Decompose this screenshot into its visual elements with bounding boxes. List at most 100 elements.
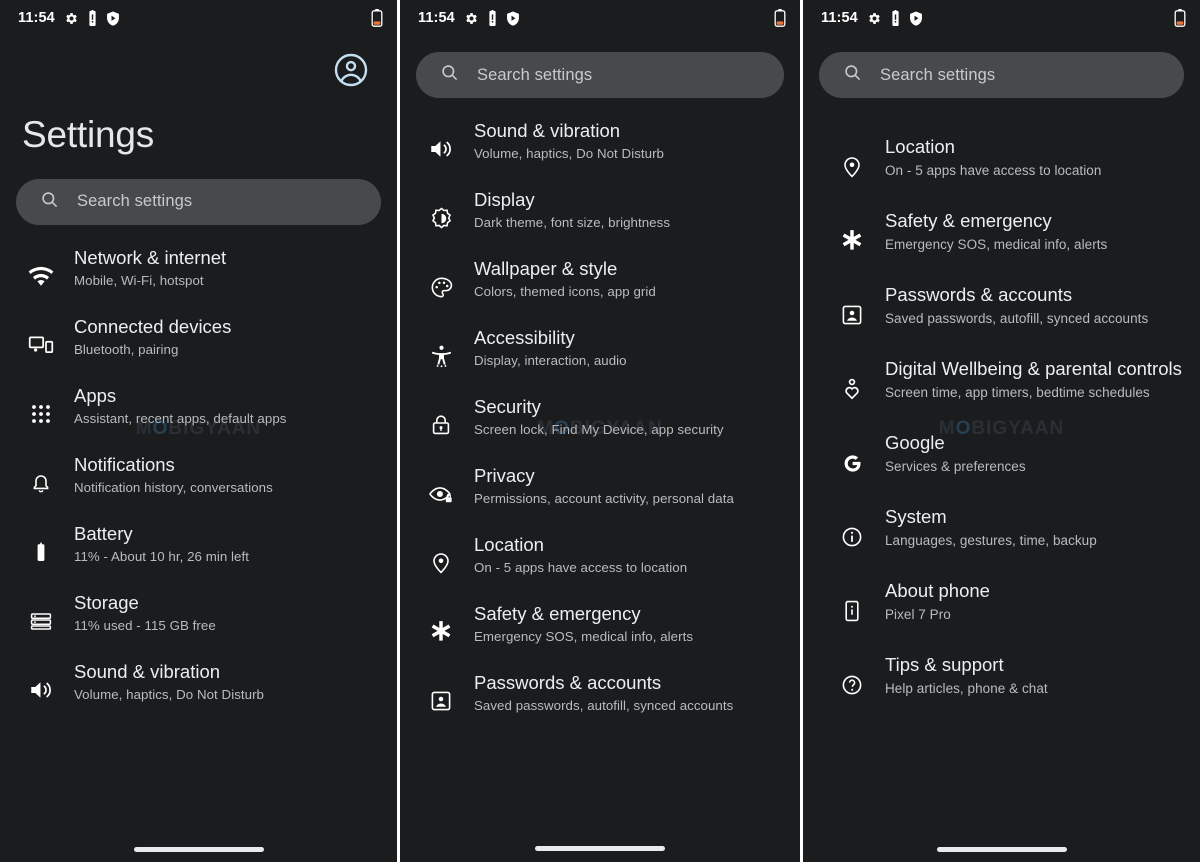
battery-alert-icon xyxy=(890,10,901,26)
panel-settings-home: 11:54 Settings Search settings Network &… xyxy=(0,0,397,862)
emergency-asterisk-icon xyxy=(831,220,873,262)
row-title: Sound & vibration xyxy=(474,120,621,141)
row-title: Safety & emergency xyxy=(474,603,641,624)
row-title: Network & internet xyxy=(74,246,227,268)
settings-row-sound[interactable]: Sound & vibration Volume, haptics, Do No… xyxy=(0,655,397,724)
volume-icon xyxy=(420,128,462,170)
account-box-icon xyxy=(420,680,462,722)
row-title: About phone xyxy=(885,580,990,601)
phone-info-icon xyxy=(831,590,873,632)
row-subtitle: Languages, gestures, time, backup xyxy=(885,533,1097,549)
settings-row-system[interactable]: System Languages, gestures, time, backup xyxy=(803,500,1200,574)
settings-row-privacy[interactable]: Privacy Permissions, account activity, pe… xyxy=(400,459,800,528)
settings-row-battery[interactable]: Battery 11% - About 10 hr, 26 min left xyxy=(0,517,397,586)
location-pin-icon xyxy=(420,542,462,584)
row-title: Notifications xyxy=(74,453,175,475)
settings-row-wallpaper[interactable]: Wallpaper & style Colors, themed icons, a… xyxy=(400,252,800,321)
settings-row-digital-wellbeing[interactable]: Digital Wellbeing & parental controls Scr… xyxy=(803,352,1200,426)
row-title: Sound & vibration xyxy=(74,660,221,682)
settings-row-network[interactable]: Network & internet Mobile, Wi-Fi, hotspo… xyxy=(0,241,397,310)
help-circle-icon xyxy=(831,664,873,706)
accessibility-icon xyxy=(420,335,462,377)
settings-row-security[interactable]: Security Screen lock, Find My Device, app… xyxy=(400,390,800,459)
search-icon xyxy=(843,63,862,87)
settings-row-storage[interactable]: Storage 11% used - 115 GB free xyxy=(0,586,397,655)
row-subtitle: Colors, themed icons, app grid xyxy=(474,284,656,300)
row-title: Passwords & accounts xyxy=(474,672,662,693)
display-brightness-icon xyxy=(420,197,462,239)
row-subtitle: Emergency SOS, medical info, alerts xyxy=(474,629,694,645)
row-title: Display xyxy=(474,189,535,210)
settings-row-location[interactable]: Location On - 5 apps have access to locat… xyxy=(803,130,1200,204)
search-input[interactable]: Search settings xyxy=(819,52,1184,98)
row-subtitle: Help articles, phone & chat xyxy=(885,681,1048,697)
search-placeholder: Search settings xyxy=(477,65,593,84)
settings-row-sound[interactable]: Sound & vibration Volume, haptics, Do Not… xyxy=(400,114,800,183)
settings-row-safety[interactable]: Safety & emergency Emergency SOS, medical… xyxy=(400,597,800,666)
lock-icon xyxy=(420,404,462,446)
avatar-row xyxy=(0,36,397,108)
row-title: Battery xyxy=(74,522,133,544)
settings-list-3: . . Location On - 5 apps have access to l… xyxy=(803,98,1200,722)
row-title: Tips & support xyxy=(885,654,1004,675)
row-title: System xyxy=(885,506,947,527)
search-icon xyxy=(440,63,459,87)
settings-row-tips-support[interactable]: Tips & support Help articles, phone & cha… xyxy=(803,648,1200,722)
row-title: Connected devices xyxy=(74,315,232,337)
settings-row-accessibility[interactable]: Accessibility Display, interaction, audio xyxy=(400,321,800,390)
row-subtitle: Pixel 7 Pro xyxy=(885,607,951,623)
status-bar-clock: 11:54 xyxy=(18,10,55,26)
battery-low-icon xyxy=(774,9,786,27)
row-title: Accessibility xyxy=(474,327,575,348)
panel-settings-scrolled-bottom: 11:54 Search settings . . Locatio xyxy=(803,0,1200,862)
account-circle-icon[interactable] xyxy=(333,52,369,93)
settings-row-apps[interactable]: Apps Assistant, recent apps, default app… xyxy=(0,379,397,448)
row-title: Wallpaper & style xyxy=(474,258,618,279)
settings-row-notifications[interactable]: Notifications Notification history, conv… xyxy=(0,448,397,517)
row-subtitle: Screen time, app timers, bedtime schedul… xyxy=(885,385,1150,401)
search-icon xyxy=(40,190,59,214)
status-bar: 11:54 xyxy=(803,0,1200,36)
gear-icon xyxy=(867,11,882,26)
row-subtitle: Dark theme, font size, brightness xyxy=(474,215,671,231)
row-subtitle: Assistant, recent apps, default apps xyxy=(74,410,287,426)
settings-row-display[interactable]: Display Dark theme, font size, brightness xyxy=(400,183,800,252)
battery-low-icon xyxy=(1174,9,1186,27)
home-gesture-pill[interactable] xyxy=(133,846,264,852)
home-gesture-pill[interactable] xyxy=(535,845,665,851)
status-bar-clock: 11:54 xyxy=(418,10,455,26)
home-gesture-pill[interactable] xyxy=(936,846,1067,852)
search-input[interactable]: Search settings xyxy=(16,178,381,225)
search-placeholder: Search settings xyxy=(77,192,193,211)
search-container: Search settings xyxy=(803,36,1200,98)
settings-row-passwords[interactable]: Passwords & accounts Saved passwords, aut… xyxy=(400,666,800,735)
search-container: Search settings xyxy=(0,157,397,225)
row-subtitle: Notification history, conversations xyxy=(74,479,273,495)
settings-row-about-phone[interactable]: About phone Pixel 7 Pro xyxy=(803,574,1200,648)
search-input[interactable]: Search settings xyxy=(416,52,784,98)
row-subtitle: Saved passwords, autofill, synced accoun… xyxy=(474,698,734,714)
google-g-icon xyxy=(831,442,873,484)
gear-icon xyxy=(464,11,479,26)
settings-row-connected-devices[interactable]: Connected devices Bluetooth, pairing xyxy=(0,310,397,379)
settings-row-google[interactable]: Google Services & preferences xyxy=(803,426,1200,500)
gesture-nav-bar xyxy=(0,836,397,862)
row-subtitle: Emergency SOS, medical info, alerts xyxy=(885,237,1108,253)
digital-wellbeing-icon xyxy=(831,368,873,410)
bell-icon xyxy=(20,462,62,504)
row-subtitle: 11% used - 115 GB free xyxy=(74,617,216,633)
settings-row-passwords[interactable]: Passwords & accounts Saved passwords, aut… xyxy=(803,278,1200,352)
row-subtitle: Permissions, account activity, personal … xyxy=(474,491,734,507)
row-subtitle: Saved passwords, autofill, synced accoun… xyxy=(885,311,1149,327)
privacy-eye-icon xyxy=(420,473,462,515)
settings-row-location[interactable]: Location On - 5 apps have access to locat… xyxy=(400,528,800,597)
apps-grid-icon xyxy=(20,393,62,435)
shield-icon xyxy=(909,11,923,26)
shield-icon xyxy=(106,11,120,26)
status-bar-clock: 11:54 xyxy=(821,10,858,26)
row-title: Safety & emergency xyxy=(885,210,1052,231)
settings-row-safety[interactable]: Safety & emergency Emergency SOS, medical… xyxy=(803,204,1200,278)
volume-icon xyxy=(20,669,62,711)
page-title: Settings xyxy=(22,114,155,155)
row-subtitle: Volume, haptics, Do Not Disturb xyxy=(74,686,265,702)
